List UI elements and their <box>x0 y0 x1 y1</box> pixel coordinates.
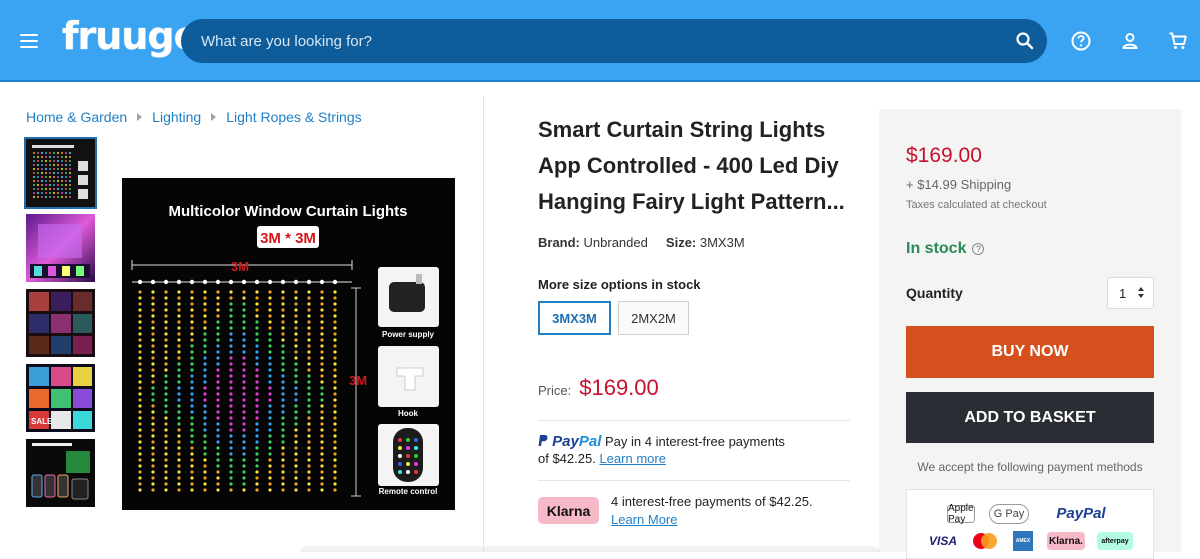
size-value: 3MX3M <box>699 235 745 250</box>
google-pay-icon: G Pay <box>989 504 1029 524</box>
size-option-2mx2m[interactable]: 2MX2M <box>618 301 689 335</box>
question-icon[interactable]: ? <box>972 243 985 255</box>
account-icon[interactable] <box>1120 31 1140 51</box>
apple-pay-icon: Apple Pay <box>947 503 975 525</box>
paypal-learn-more-link[interactable]: Learn more <box>599 451 665 466</box>
tax-note: Taxes calculated at checkout <box>906 199 1047 211</box>
klarna-badge: Klarna <box>538 497 599 524</box>
image-callout-hook: Hook <box>398 409 419 418</box>
mastercard-icon <box>969 530 1001 552</box>
stock-status: In stock ? <box>906 240 985 258</box>
paypal-icon: PayPal <box>1056 504 1106 522</box>
image-callout-power: Power supply <box>382 330 435 339</box>
image-heading: Multicolor Window Curtain Lights <box>168 203 407 220</box>
payment-methods-note: We accept the following payment methods <box>917 460 1143 474</box>
size-label: Size: <box>665 235 697 250</box>
size-options-heading: More size options in stock <box>538 277 701 292</box>
basket-icon[interactable] <box>1168 31 1188 51</box>
search-bar[interactable] <box>181 19 1047 63</box>
price-label: Price: <box>538 383 572 398</box>
thumbnail-1[interactable] <box>24 137 97 209</box>
bottom-overlay <box>300 546 880 552</box>
paypal-logo: PayPal <box>538 433 601 450</box>
breadcrumb-lighting[interactable]: Lighting <box>152 109 201 125</box>
add-to-basket-button[interactable]: ADD TO BASKET <box>906 392 1154 443</box>
updown-arrows-icon <box>1138 287 1145 298</box>
klarna-text: 4 interest-free payments of $42.25. <box>611 494 813 509</box>
price-line: Price: $169.00 <box>538 375 659 401</box>
quantity-select[interactable]: 1 <box>1107 277 1154 309</box>
size-option-3mx3m[interactable]: 3MX3M <box>538 301 611 335</box>
divider <box>538 480 850 481</box>
klarna-learn-more-link[interactable]: Learn More <box>611 512 677 527</box>
divider <box>538 420 850 421</box>
buy-box: $169.00 + $14.99 Shipping Taxes calculat… <box>879 109 1181 559</box>
menu-icon[interactable] <box>20 34 38 48</box>
buy-box-price: $169.00 <box>906 144 982 167</box>
paypal-amount: of $42.25. <box>538 451 596 466</box>
quantity-label: Quantity <box>906 285 963 301</box>
amex-icon: AMEX <box>1013 531 1033 551</box>
thumbnail-3[interactable] <box>26 289 95 357</box>
thumbnail-4[interactable]: SALE <box>26 364 95 432</box>
site-header: fruugo <box>0 0 1200 82</box>
price-value: $169.00 <box>579 375 659 400</box>
svg-text:SALE: SALE <box>31 417 53 426</box>
visa-icon: VISA <box>928 534 957 548</box>
thumbnail-2[interactable] <box>26 214 95 282</box>
search-input[interactable] <box>201 19 1001 63</box>
afterpay-icon: afterpay <box>1097 532 1133 550</box>
column-divider <box>483 96 484 552</box>
image-width-label: 3M <box>231 259 249 274</box>
klarna-icon: Klarna. <box>1047 532 1085 550</box>
buy-now-button[interactable]: BUY NOW <box>906 326 1154 378</box>
brand-value: Unbranded <box>583 235 648 250</box>
breadcrumb: Home & Garden Lighting Light Ropes & Str… <box>26 109 362 125</box>
stock-text: In stock <box>906 240 967 257</box>
shipping-cost: + $14.99 Shipping <box>906 177 1012 192</box>
payment-methods: Apple Pay G Pay PayPal VISA AMEX Klarna.… <box>906 489 1154 559</box>
breadcrumb-light-ropes[interactable]: Light Ropes & Strings <box>226 109 361 125</box>
site-logo[interactable]: fruugo <box>62 14 200 58</box>
search-icon[interactable] <box>1015 31 1035 51</box>
breadcrumb-home-garden[interactable]: Home & Garden <box>26 109 127 125</box>
breadcrumb-separator-icon <box>211 113 217 121</box>
help-icon[interactable] <box>1071 31 1091 51</box>
quantity-value: 1 <box>1119 285 1127 301</box>
paypal-p-icon <box>538 435 548 446</box>
product-title: Smart Curtain String Lights App Controll… <box>538 117 845 214</box>
thumbnail-5[interactable] <box>26 439 95 507</box>
brand-label: Brand: <box>538 235 580 250</box>
image-callout-remote: Remote control <box>379 487 438 496</box>
breadcrumb-separator-icon <box>137 113 143 121</box>
product-main-image[interactable]: Multicolor Window Curtain Lights 3M * 3M… <box>122 178 455 510</box>
klarna-offer: 4 interest-free payments of $42.25. Lear… <box>611 493 813 529</box>
product-meta: Brand: Unbranded Size: 3MX3M <box>538 235 745 250</box>
image-height-label: 3M <box>349 373 367 388</box>
paypal-text: Pay in 4 interest-free payments <box>605 434 785 449</box>
paypal-offer: PayPal Pay in 4 interest-free payments o… <box>538 433 848 467</box>
thumbnail-list: SALE <box>24 137 97 514</box>
image-size-badge: 3M * 3M <box>260 230 316 247</box>
